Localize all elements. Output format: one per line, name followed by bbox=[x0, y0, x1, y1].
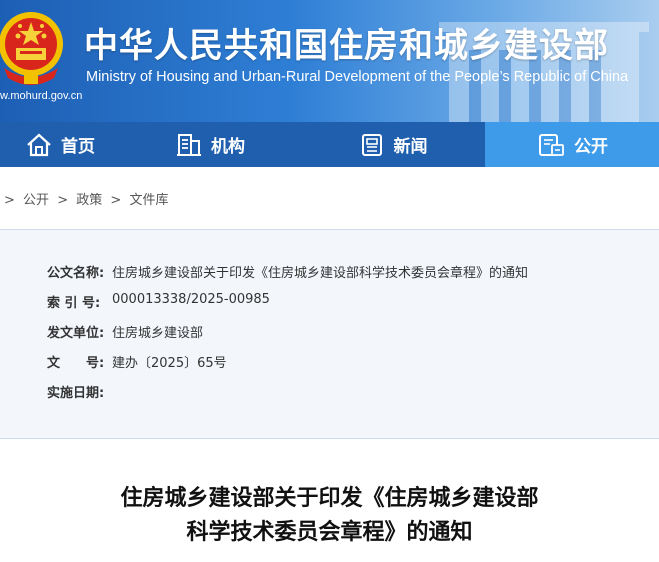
document-title: 住房城乡建设部关于印发《住房城乡建设部 科学技术委员会章程》的通知 bbox=[0, 482, 659, 550]
breadcrumb: > 公开 > 政策 > 文件库 bbox=[4, 189, 172, 208]
home-icon bbox=[27, 133, 51, 156]
building-icon bbox=[177, 133, 201, 156]
document-title-line1: 住房城乡建设部关于印发《住房城乡建设部 bbox=[120, 486, 539, 511]
site-title-en: Ministry of Housing and Urban-Rural Deve… bbox=[86, 69, 629, 85]
info-value-number: 建办〔2025〕65号 bbox=[112, 356, 227, 371]
info-row-index: 索 引 号: 000013338/2025-00985 bbox=[47, 292, 270, 311]
breadcrumb-separator: > bbox=[110, 193, 122, 208]
document-title-line2: 科学技术委员会章程》的通知 bbox=[186, 520, 473, 545]
info-label-date: 实施日期: bbox=[47, 386, 105, 401]
info-row-issuer: 发文单位: 住房城乡建设部 bbox=[47, 322, 203, 341]
info-row-title: 公文名称: 住房城乡建设部关于印发《住房城乡建设部科学技术委员会章程》的通知 bbox=[47, 262, 528, 281]
national-emblem-icon bbox=[0, 12, 63, 85]
site-title-cn: 中华人民共和国住房和城乡建设部 bbox=[84, 26, 609, 66]
nav-label-news: 新闻 bbox=[393, 137, 428, 157]
info-label-index: 索 引 号: bbox=[47, 296, 101, 311]
breadcrumb-separator: > bbox=[57, 193, 69, 208]
breadcrumb-item-library[interactable]: 文件库 bbox=[129, 193, 168, 208]
site-header: 中华人民共和国住房和城乡建设部 Ministry of Housing and … bbox=[0, 0, 659, 122]
breadcrumb-item-policy[interactable]: 政策 bbox=[76, 193, 102, 208]
info-value-index: 000013338/2025-00985 bbox=[112, 292, 270, 307]
nav-item-news[interactable]: 新闻 bbox=[300, 122, 485, 167]
nav-label-organization: 机构 bbox=[211, 137, 245, 157]
main-nav: 首页 机构 新闻 公开 bbox=[0, 122, 659, 167]
info-value-issuer: 住房城乡建设部 bbox=[112, 326, 204, 341]
nav-item-disclosure[interactable]: 公开 bbox=[485, 122, 659, 167]
info-row-number: 文 号: 建办〔2025〕65号 bbox=[47, 352, 227, 371]
breadcrumb-separator: > bbox=[4, 193, 15, 208]
disclosure-icon bbox=[539, 133, 564, 156]
info-value-title: 住房城乡建设部关于印发《住房城乡建设部科学技术委员会章程》的通知 bbox=[112, 266, 529, 281]
info-label-number: 文 号: bbox=[47, 356, 105, 371]
site-url[interactable]: w.mohurd.gov.cn bbox=[0, 90, 82, 102]
info-label-title: 公文名称: bbox=[47, 266, 105, 281]
nav-label-disclosure: 公开 bbox=[574, 137, 608, 157]
nav-item-home[interactable]: 首页 bbox=[0, 122, 120, 167]
news-icon bbox=[361, 133, 382, 156]
nav-item-organization[interactable]: 机构 bbox=[120, 122, 300, 167]
breadcrumb-item-disclosure[interactable]: 公开 bbox=[23, 193, 49, 208]
info-label-issuer: 发文单位: bbox=[47, 326, 105, 341]
nav-label-home: 首页 bbox=[61, 137, 95, 157]
info-row-date: 实施日期: bbox=[47, 382, 112, 401]
document-info-panel: 公文名称: 住房城乡建设部关于印发《住房城乡建设部科学技术委员会章程》的通知 索… bbox=[0, 229, 659, 439]
